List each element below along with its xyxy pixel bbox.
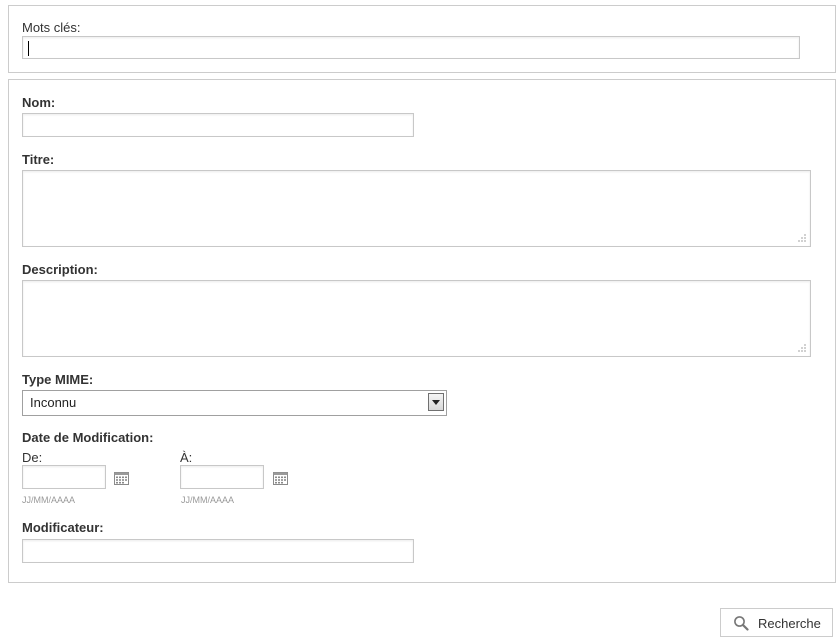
- date-from-format-hint: JJ/MM/AAAA: [22, 495, 76, 505]
- nom-input[interactable]: [22, 113, 414, 137]
- date-from-label: De:: [22, 450, 43, 465]
- nom-label: Nom:: [22, 95, 56, 110]
- keywords-label: Mots clés:: [22, 20, 81, 35]
- keywords-panel: Mots clés:: [8, 5, 836, 73]
- date-label: Date de Modification:: [22, 430, 154, 445]
- resize-grip-icon[interactable]: [797, 343, 807, 353]
- description-textarea[interactable]: [22, 280, 811, 357]
- mime-select[interactable]: Inconnu: [22, 390, 447, 416]
- modificateur-label: Modificateur:: [22, 520, 104, 535]
- calendar-icon[interactable]: [273, 471, 288, 485]
- titre-label: Titre:: [22, 152, 55, 167]
- resize-grip-icon[interactable]: [797, 233, 807, 243]
- advanced-search-panel: Nom: Titre: Description: Type MIME: Inco…: [8, 79, 836, 583]
- titre-textarea[interactable]: [22, 170, 811, 247]
- mime-selected-value: Inconnu: [30, 395, 77, 410]
- date-to-label: À:: [180, 450, 193, 465]
- keywords-input[interactable]: [22, 36, 800, 59]
- date-to-input[interactable]: [180, 465, 264, 489]
- modificateur-input[interactable]: [22, 539, 414, 563]
- search-button-label: Recherche: [758, 616, 821, 631]
- text-caret: [28, 41, 29, 56]
- calendar-icon[interactable]: [114, 471, 129, 485]
- date-to-format-hint: JJ/MM/AAAA: [181, 495, 235, 505]
- search-button[interactable]: Recherche: [720, 608, 833, 637]
- description-label: Description:: [22, 262, 98, 277]
- magnifier-icon: [734, 616, 749, 631]
- date-from-input[interactable]: [22, 465, 106, 489]
- mime-label: Type MIME:: [22, 372, 94, 387]
- chevron-down-icon[interactable]: [428, 393, 444, 411]
